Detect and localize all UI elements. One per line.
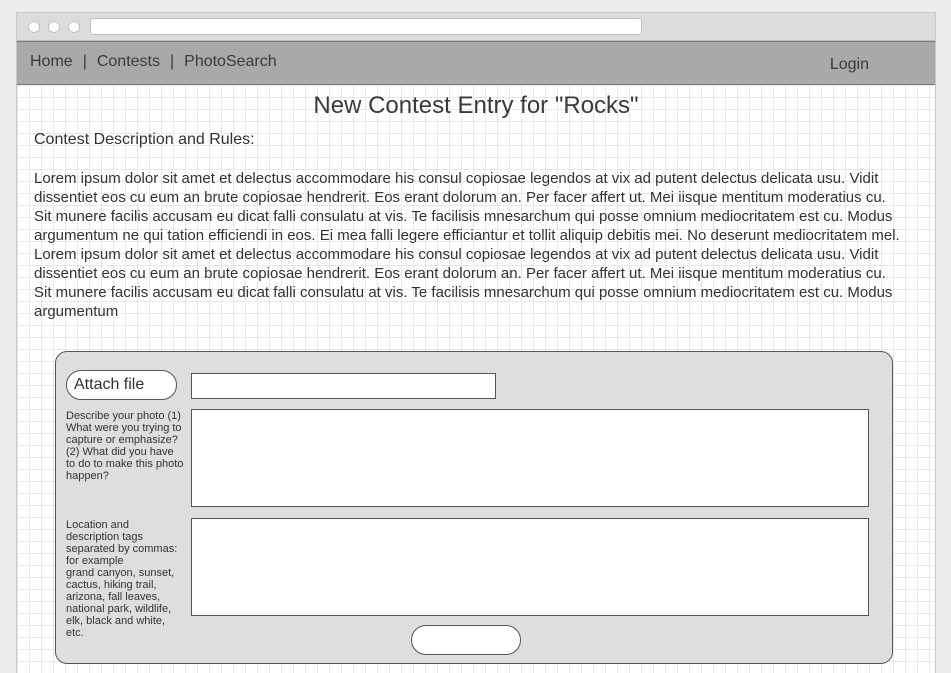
file-path-field[interactable] xyxy=(191,373,496,399)
nav-contests-link[interactable]: Contests xyxy=(97,53,160,71)
rules-heading: Contest Description and Rules: xyxy=(34,131,255,148)
window-maximize-dot[interactable] xyxy=(68,21,80,33)
address-bar[interactable] xyxy=(90,18,642,35)
browser-window: Home | Contests | PhotoSearch Login New … xyxy=(16,12,936,673)
nav-home-link[interactable]: Home xyxy=(30,53,73,71)
describe-photo-label: Describe your photo (1) What were you tr… xyxy=(66,410,184,482)
attach-file-button[interactable]: Attach file xyxy=(66,370,177,400)
page-title: New Contest Entry for "Rocks" xyxy=(313,92,639,119)
nav-separator: | xyxy=(82,53,87,70)
tags-label: Location and description tags separated … xyxy=(66,519,178,639)
top-navbar: Home | Contests | PhotoSearch Login xyxy=(17,41,935,85)
tags-textarea[interactable] xyxy=(191,518,869,616)
describe-photo-textarea[interactable] xyxy=(191,409,869,507)
entry-form-panel: Attach file Describe your photo (1) What… xyxy=(55,351,893,664)
contest-description: Lorem ipsum dolor sit amet et delectus a… xyxy=(34,170,900,320)
page-content: New Contest Entry for "Rocks" Contest De… xyxy=(17,85,935,673)
nav-links: Home | Contests | PhotoSearch xyxy=(30,53,277,71)
login-link[interactable]: Login xyxy=(830,56,869,74)
nav-separator: | xyxy=(169,53,175,70)
browser-titlebar xyxy=(17,13,935,41)
submit-button[interactable] xyxy=(411,625,521,655)
window-close-dot[interactable] xyxy=(28,21,40,33)
nav-photosearch-link[interactable]: PhotoSearch xyxy=(184,53,277,71)
window-minimize-dot[interactable] xyxy=(48,21,60,33)
